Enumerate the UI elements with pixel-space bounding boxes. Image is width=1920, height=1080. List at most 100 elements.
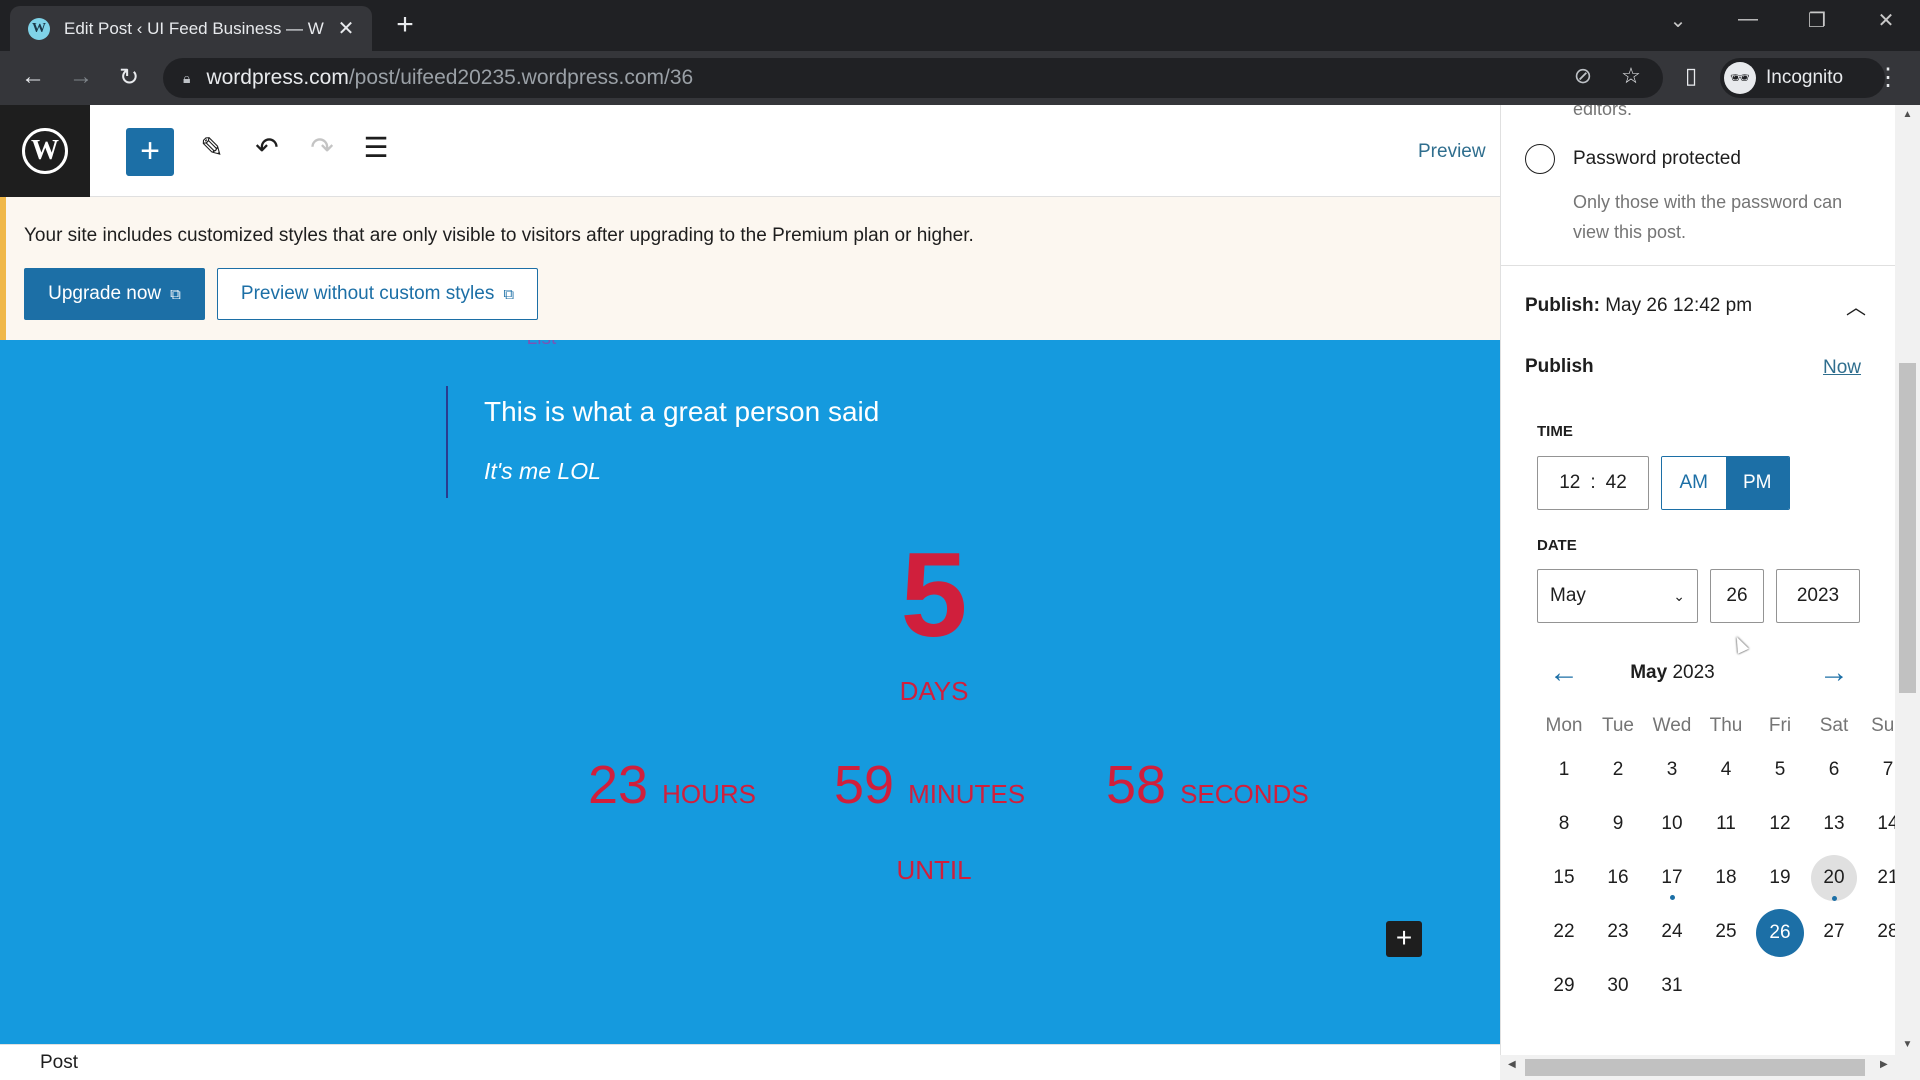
calendar-month-title: May 2023 — [1501, 662, 1870, 684]
preview-without-custom-styles-button[interactable]: Preview without custom styles ⧉ — [217, 268, 538, 320]
document-overview-icon[interactable]: ☰ — [356, 131, 396, 164]
calendar-day[interactable]: 24 — [1645, 909, 1699, 955]
sidebar-divider — [1501, 265, 1895, 266]
horizontal-scrollbar[interactable]: ◀ ▶ — [1500, 1055, 1920, 1080]
calendar-day[interactable]: 22 — [1537, 909, 1591, 955]
calendar-day[interactable]: 8 — [1537, 801, 1591, 847]
publish-summary-value: May 26 12:42 pm — [1605, 295, 1753, 316]
calendar-day[interactable]: 1 — [1537, 747, 1591, 793]
back-button[interactable]: ← — [18, 63, 48, 91]
chevron-up-icon[interactable]: ︿ — [1846, 291, 1866, 320]
calendar-day-number: 20 — [1823, 867, 1845, 888]
calendar-day[interactable]: 21 — [1861, 855, 1895, 901]
calendar-day[interactable]: 23 — [1591, 909, 1645, 955]
calendar-day[interactable]: 25 — [1699, 909, 1753, 955]
reload-button[interactable]: ↻ — [114, 63, 144, 92]
password-protected-label[interactable]: Password protected — [1573, 148, 1741, 170]
calendar-day[interactable]: 6 — [1807, 747, 1861, 793]
calendar-day[interactable]: 11 — [1699, 801, 1753, 847]
calendar-year: 2023 — [1672, 662, 1715, 683]
quote-citation[interactable]: It's me LOL — [484, 458, 1046, 485]
calendar-day[interactable]: 30 — [1591, 963, 1645, 1009]
scroll-left-arrow-icon[interactable]: ◀ — [1508, 1059, 1516, 1070]
calendar-day[interactable]: 5 — [1753, 747, 1807, 793]
restore-button[interactable]: ❐ — [1797, 8, 1837, 33]
calendar-day[interactable]: 10 — [1645, 801, 1699, 847]
minimize-button[interactable]: — — [1728, 8, 1768, 31]
quote-text[interactable]: This is what a great person said — [484, 396, 1046, 428]
address-bar[interactable]: 🔒︎ wordpress.com/post/uifeed20235.wordpr… — [163, 58, 1663, 98]
publish-now-button[interactable]: Now — [1823, 357, 1861, 379]
horizontal-scrollbar-thumb[interactable] — [1525, 1059, 1865, 1076]
calendar-day[interactable]: 31 — [1645, 963, 1699, 1009]
calendar-day[interactable]: 2 — [1591, 747, 1645, 793]
month-select[interactable]: May ⌄ — [1537, 569, 1698, 623]
side-panel-icon[interactable]: ▯ — [1676, 63, 1706, 89]
calendar-day[interactable]: 13 — [1807, 801, 1861, 847]
minutes-input[interactable]: 42 — [1606, 472, 1627, 494]
day-input[interactable]: 26 — [1710, 569, 1764, 623]
calendar-day-number: 24 — [1661, 921, 1683, 942]
calendar-day[interactable]: 15 — [1537, 855, 1591, 901]
calendar-day[interactable]: 18 — [1699, 855, 1753, 901]
new-tab-button[interactable]: + — [390, 10, 420, 40]
calendar-day[interactable]: 28 — [1861, 909, 1895, 955]
publish-summary[interactable]: Publish: May 26 12:42 pm — [1525, 295, 1752, 317]
edit-tools-pencil-icon[interactable]: ✎ — [192, 131, 232, 164]
calendar-day-number: 1 — [1558, 759, 1570, 780]
editor-canvas[interactable]: • List This is what a great person said I… — [0, 340, 1500, 1044]
quote-block[interactable]: This is what a great person said It's me… — [446, 386, 1046, 498]
undo-icon[interactable]: ↶ — [247, 131, 287, 164]
preview-button[interactable]: Preview — [1418, 141, 1486, 163]
calendar-day[interactable]: 17 — [1645, 855, 1699, 901]
vertical-scrollbar[interactable]: ▲ ▼ — [1895, 105, 1920, 1055]
event-dot-icon — [1669, 895, 1675, 900]
breadcrumb-post[interactable]: Post — [40, 1052, 78, 1074]
calendar-day[interactable]: 12 — [1753, 801, 1807, 847]
eye-off-icon[interactable]: ⊘ — [1568, 63, 1598, 89]
hours-input[interactable]: 12 — [1559, 472, 1580, 494]
external-link-icon: ⧉ — [503, 285, 515, 303]
countdown-seconds-label: SECONDS — [1180, 779, 1309, 809]
bookmark-star-icon[interactable]: ☆ — [1616, 63, 1646, 89]
calendar-day[interactable]: 19 — [1753, 855, 1807, 901]
am-button[interactable]: AM — [1662, 457, 1726, 509]
tab-search-chevron-icon[interactable]: ⌄ — [1658, 8, 1698, 33]
calendar-day[interactable]: 16 — [1591, 855, 1645, 901]
close-window-button[interactable]: ✕ — [1866, 8, 1906, 33]
calendar-day[interactable]: 27 — [1807, 909, 1861, 955]
add-block-button[interactable]: + — [126, 128, 174, 176]
upgrade-now-button[interactable]: Upgrade now ⧉ — [24, 268, 205, 320]
calendar-day[interactable]: 14 — [1861, 801, 1895, 847]
next-month-arrow-icon[interactable]: → — [1819, 656, 1849, 690]
password-protected-radio[interactable] — [1525, 144, 1555, 174]
countdown-minutes-value: 59 — [834, 755, 895, 815]
weekday-header: Wed — [1652, 715, 1692, 736]
list-block[interactable]: • List — [504, 340, 556, 350]
calendar-day[interactable]: 20 — [1811, 855, 1857, 901]
close-tab-icon[interactable]: ✕ — [334, 16, 358, 41]
incognito-profile-button[interactable]: 🕶︎ Incognito — [1720, 58, 1885, 98]
calendar-day-selected[interactable]: 26 — [1756, 909, 1804, 957]
weekday-header: Fri — [1768, 715, 1792, 736]
calendar-day[interactable]: 29 — [1537, 963, 1591, 1009]
wordpress-logo-button[interactable]: W — [0, 105, 90, 197]
scroll-down-arrow-icon[interactable]: ▼ — [1895, 1039, 1920, 1050]
vertical-scrollbar-thumb[interactable] — [1899, 363, 1916, 693]
browser-menu-icon[interactable]: ⋮ — [1876, 63, 1900, 92]
year-input[interactable]: 2023 — [1776, 569, 1860, 623]
calendar-day[interactable]: 3 — [1645, 747, 1699, 793]
scroll-up-arrow-icon[interactable]: ▲ — [1895, 109, 1920, 120]
browser-tab[interactable]: W Edit Post ‹ UI Feed Business — W ✕ — [10, 6, 372, 51]
calendar-day[interactable]: 9 — [1591, 801, 1645, 847]
time-input[interactable]: 12 : 42 — [1537, 456, 1649, 510]
calendar-day[interactable]: 7 — [1861, 747, 1895, 793]
lock-icon: 🔒︎ — [183, 69, 191, 86]
scroll-right-arrow-icon[interactable]: ▶ — [1880, 1059, 1888, 1070]
inline-add-block-button[interactable]: + — [1386, 921, 1422, 957]
redo-icon[interactable]: ↷ — [302, 131, 342, 164]
forward-button[interactable]: → — [66, 63, 96, 91]
pm-button[interactable]: PM — [1725, 457, 1789, 509]
countdown-days-value: 5 — [900, 528, 968, 662]
calendar-day[interactable]: 4 — [1699, 747, 1753, 793]
